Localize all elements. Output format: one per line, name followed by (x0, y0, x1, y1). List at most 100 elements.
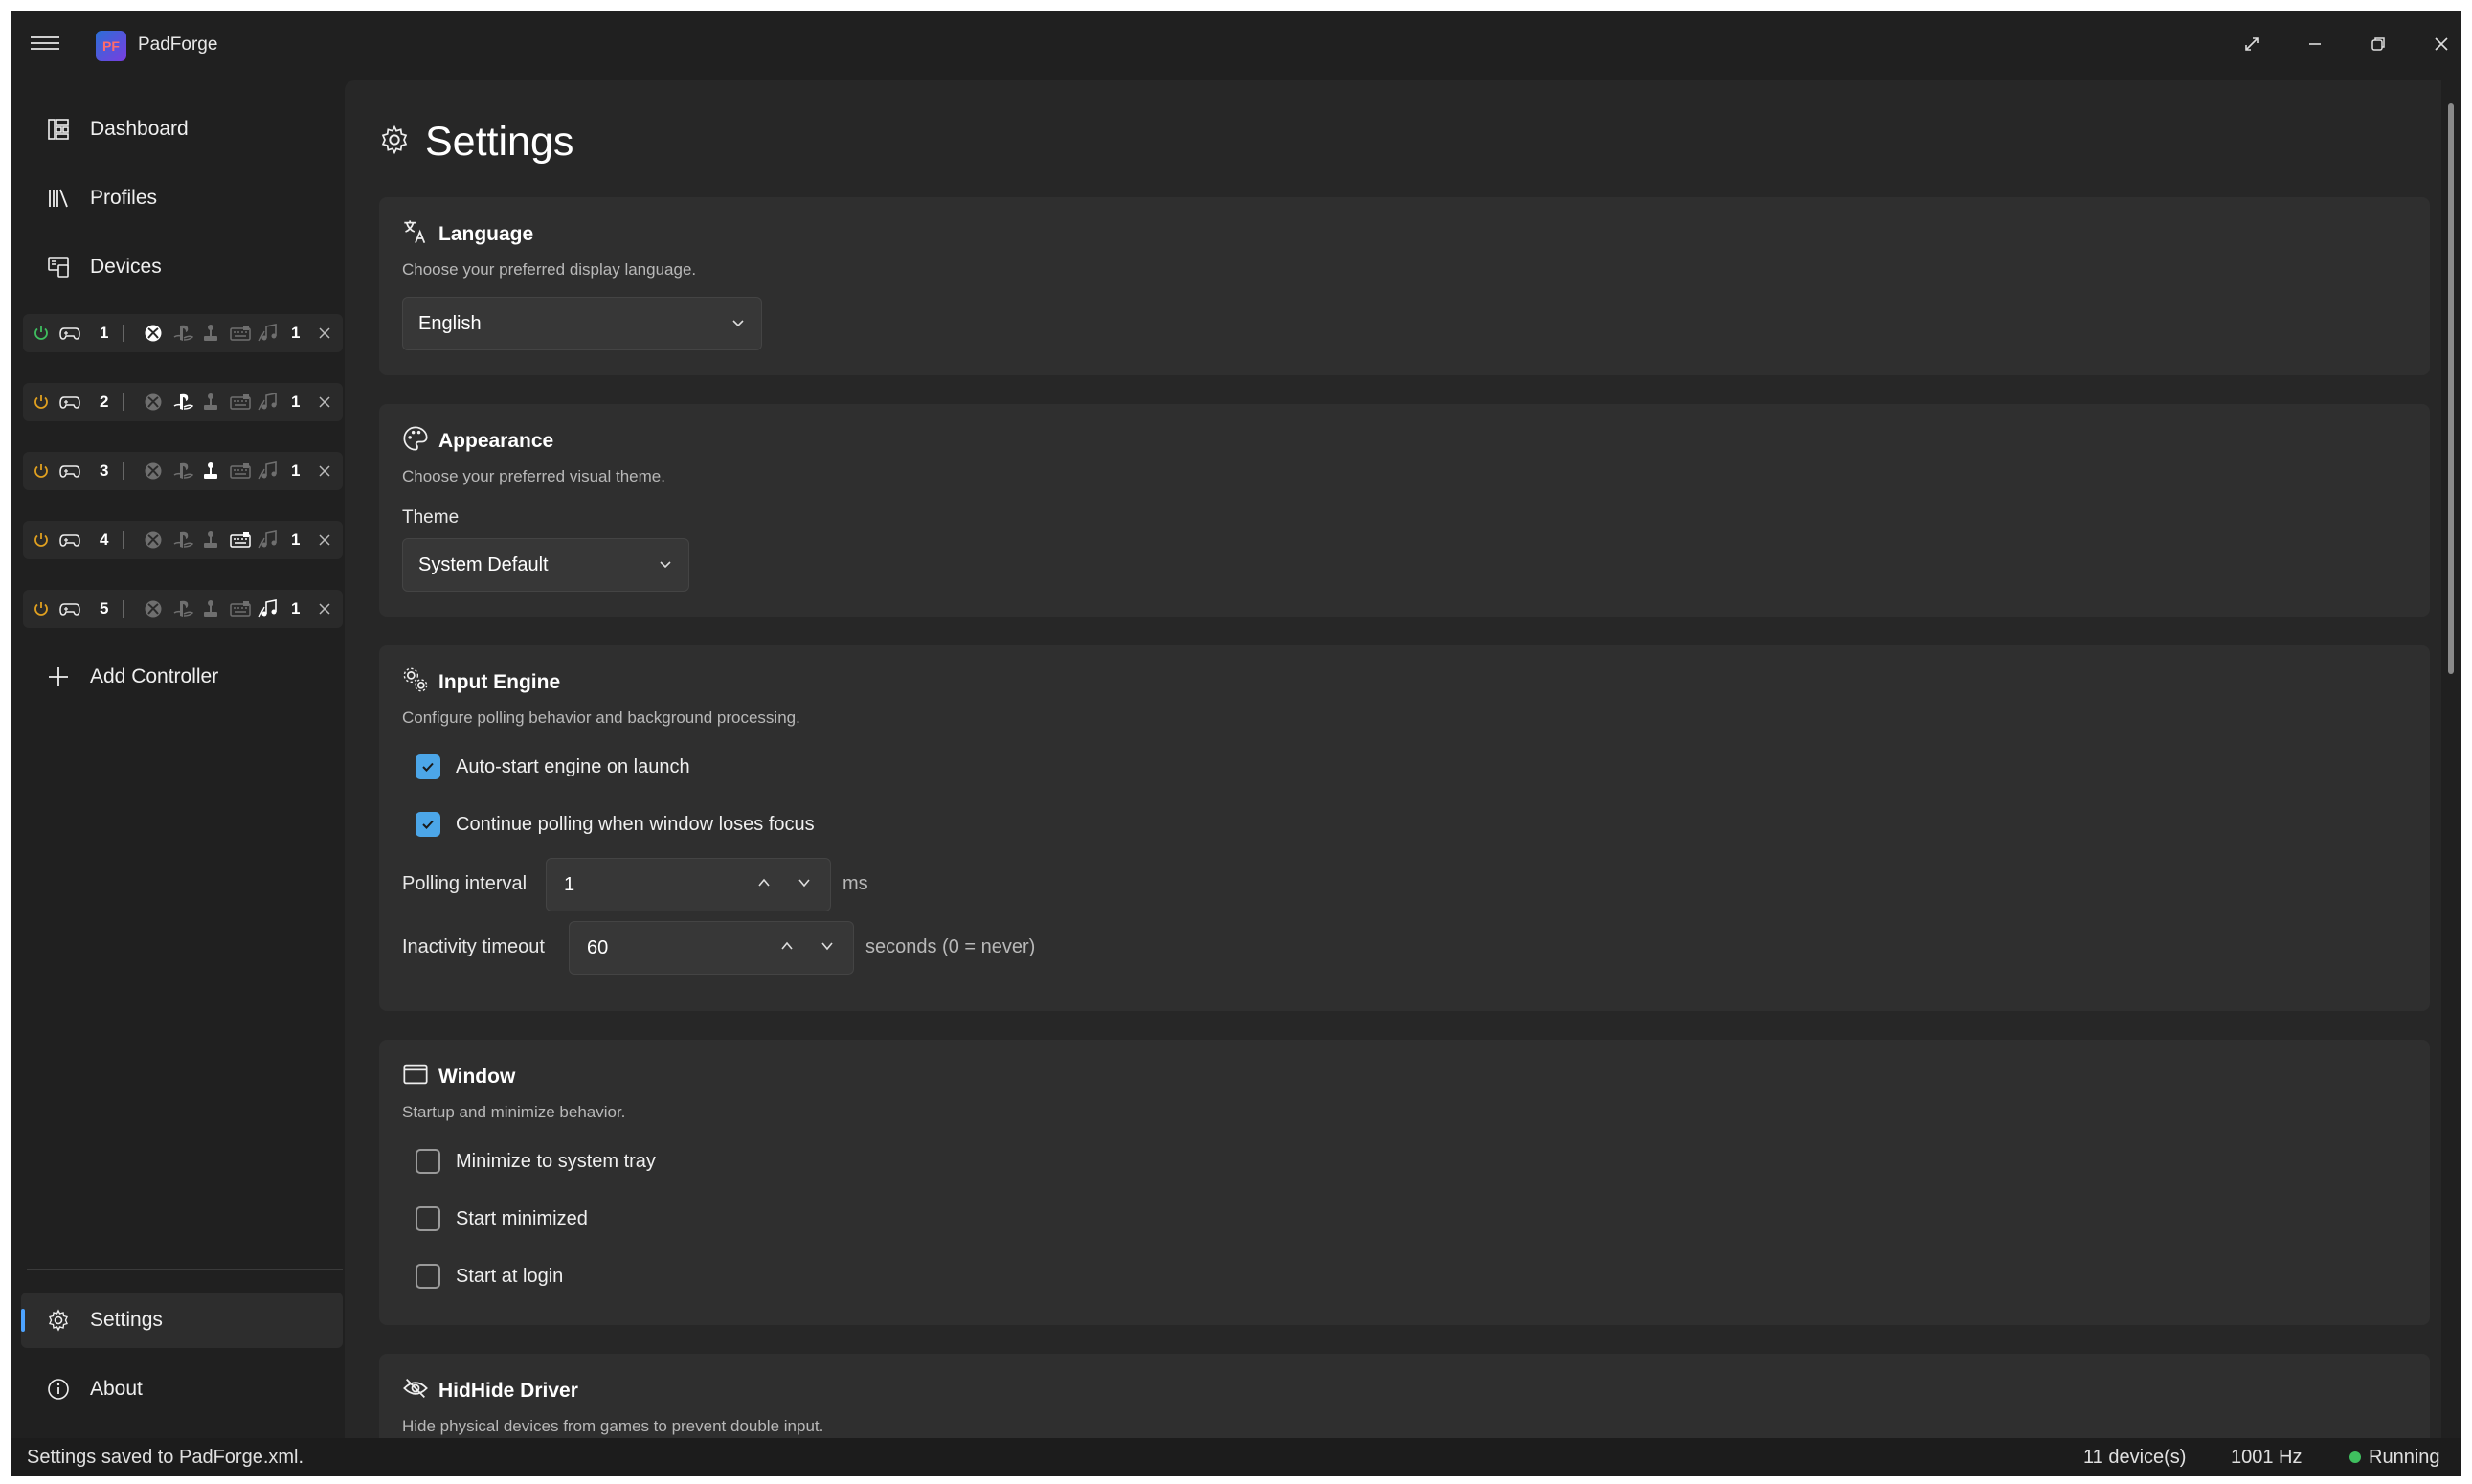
status-bar: Settings saved to PadForge.xml. 11 devic… (11, 1438, 2461, 1476)
palette-icon (402, 425, 429, 457)
card-title: Appearance (438, 429, 554, 452)
keyboard-icon[interactable] (230, 599, 251, 618)
window-card: Window Startup and minimize behavior. Mi… (379, 1040, 2430, 1325)
inactivity-timeout-input[interactable]: 60 (569, 921, 854, 975)
dashboard-icon (44, 115, 73, 144)
playstation-icon[interactable] (172, 461, 193, 481)
close-button[interactable] (2420, 23, 2461, 65)
power-icon[interactable] (33, 461, 50, 481)
controller-slot-row[interactable]: 31 (23, 452, 343, 490)
checkbox-checked[interactable] (416, 812, 440, 837)
power-icon[interactable] (33, 324, 50, 343)
close-icon[interactable] (318, 461, 331, 481)
checkbox-checked[interactable] (416, 754, 440, 779)
settings-page: Settings Language Choose your preferred … (345, 80, 2441, 1440)
assigned-count: 1 (291, 599, 301, 618)
card-title: Window (438, 1065, 516, 1088)
controller-slot-row[interactable]: 21 (23, 383, 343, 421)
restore-button[interactable] (2357, 23, 2399, 65)
close-icon[interactable] (318, 599, 331, 618)
polling-unit: ms (843, 873, 868, 894)
joystick-icon[interactable] (201, 461, 220, 481)
minimize-button[interactable] (2294, 23, 2336, 65)
theme-select[interactable]: System Default (402, 538, 689, 592)
start-minimized-checkbox[interactable]: Start minimized (416, 1206, 588, 1231)
keyboard-icon[interactable] (230, 393, 251, 412)
controller-slot-row[interactable]: 41 (23, 521, 343, 559)
chevron-down-icon (658, 556, 673, 576)
checkbox-label: Minimize to system tray (456, 1150, 656, 1172)
nav-profiles[interactable]: Profiles (21, 170, 343, 226)
power-icon[interactable] (33, 599, 50, 618)
nav-settings[interactable]: Settings (21, 1293, 343, 1348)
separator (123, 462, 124, 480)
joystick-icon[interactable] (201, 393, 220, 412)
joystick-icon[interactable] (201, 599, 220, 618)
nav-dashboard[interactable]: Dashboard (21, 101, 343, 157)
checkbox-label: Continue polling when window loses focus (456, 813, 815, 835)
hamburger-menu-icon[interactable] (31, 33, 59, 56)
chevron-down-icon[interactable] (796, 874, 813, 896)
library-icon (44, 184, 73, 213)
midi-icon[interactable] (258, 599, 280, 618)
keyboard-icon[interactable] (230, 324, 251, 343)
keyboard-icon[interactable] (230, 530, 251, 550)
xbox-icon[interactable] (144, 599, 163, 618)
controller-slot-row[interactable]: 51 (23, 590, 343, 628)
power-icon[interactable] (33, 530, 50, 550)
controller-slot-number: 5 (100, 599, 109, 618)
playstation-icon[interactable] (172, 393, 193, 412)
close-icon[interactable] (318, 324, 331, 343)
auto-start-checkbox[interactable]: Auto-start engine on launch (416, 754, 690, 779)
language-select[interactable]: English (402, 297, 762, 350)
playstation-icon[interactable] (172, 599, 193, 618)
playstation-icon[interactable] (172, 324, 193, 343)
xbox-icon[interactable] (144, 530, 163, 550)
card-title: HidHide Driver (438, 1379, 578, 1402)
language-value: English (418, 312, 482, 334)
nav-label: Profiles (90, 187, 158, 209)
card-header: Language (402, 218, 533, 250)
controller-slot-row[interactable]: 11 (23, 314, 343, 352)
card-description: Choose your preferred visual theme. (402, 467, 665, 485)
gamepad-icon (59, 530, 80, 550)
nav-devices[interactable]: Devices (21, 239, 343, 295)
nav-label: Dashboard (90, 118, 189, 140)
app-window: PF PadForge Dashboard Profiles Devices 1… (11, 11, 2461, 1476)
midi-icon[interactable] (258, 324, 280, 343)
joystick-icon[interactable] (201, 530, 220, 550)
add-controller-button[interactable]: Add Controller (21, 649, 343, 705)
midi-icon[interactable] (258, 530, 280, 550)
chevron-up-icon[interactable] (755, 874, 773, 896)
close-icon[interactable] (318, 530, 331, 550)
keyboard-icon[interactable] (230, 461, 251, 481)
expand-icon[interactable] (2231, 23, 2273, 65)
scrollbar[interactable] (2448, 103, 2454, 674)
nav-about[interactable]: About (21, 1361, 343, 1417)
continue-polling-checkbox[interactable]: Continue polling when window loses focus (416, 812, 815, 837)
checkbox-unchecked[interactable] (416, 1206, 440, 1231)
minimize-to-tray-checkbox[interactable]: Minimize to system tray (416, 1149, 656, 1174)
playstation-icon[interactable] (172, 530, 193, 550)
inactivity-timeout-label: Inactivity timeout (402, 936, 545, 957)
checkbox-unchecked[interactable] (416, 1264, 440, 1289)
xbox-icon[interactable] (144, 461, 163, 481)
midi-icon[interactable] (258, 393, 280, 412)
joystick-icon[interactable] (201, 324, 220, 343)
midi-icon[interactable] (258, 461, 280, 481)
chevron-down-icon[interactable] (819, 937, 836, 959)
page-title: Settings (425, 119, 574, 165)
eye-hidden-icon (402, 1375, 429, 1406)
checkbox-unchecked[interactable] (416, 1149, 440, 1174)
nav-label: About (90, 1378, 143, 1400)
start-at-login-checkbox[interactable]: Start at login (416, 1264, 563, 1289)
polling-interval-input[interactable]: 1 (546, 858, 831, 911)
power-icon[interactable] (33, 393, 50, 412)
gears-icon (402, 666, 429, 698)
hidhide-card: HidHide Driver Hide physical devices fro… (379, 1354, 2430, 1440)
xbox-icon[interactable] (144, 324, 163, 343)
chevron-up-icon[interactable] (778, 937, 796, 959)
xbox-icon[interactable] (144, 393, 163, 412)
info-icon (44, 1375, 73, 1404)
close-icon[interactable] (318, 393, 331, 412)
